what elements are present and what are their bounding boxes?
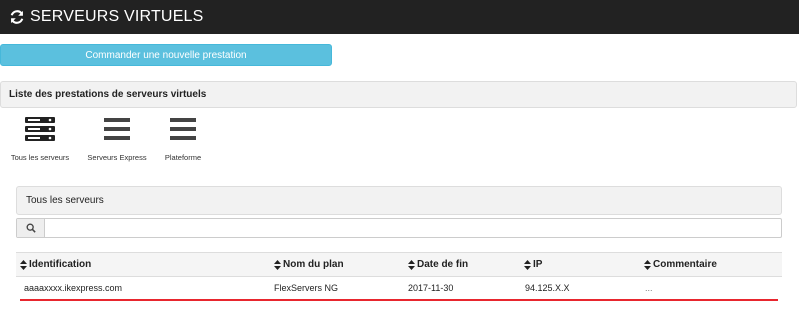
- search-bar: [16, 218, 782, 238]
- services-list-panel-title: Liste des prestations de serveurs virtue…: [0, 81, 797, 108]
- category-label: Tous les serveurs: [10, 153, 70, 162]
- servers-table: Identification Nom du plan Date de fin I…: [16, 252, 782, 301]
- cell-ip: 94.125.X.X: [525, 283, 570, 293]
- search-input[interactable]: [45, 219, 781, 237]
- page-header: SERVEURS VIRTUELS: [0, 0, 799, 34]
- column-label: Nom du plan: [283, 259, 344, 270]
- category-all-servers[interactable]: Tous les serveurs: [9, 117, 71, 162]
- table-row[interactable]: aaaaxxxx.ikexpress.com FlexServers NG 20…: [20, 277, 778, 301]
- all-servers-panel-title: Tous les serveurs: [16, 186, 782, 215]
- category-label: Serveurs Express: [87, 153, 147, 162]
- column-header-identification[interactable]: Identification: [20, 253, 91, 276]
- cell-identification[interactable]: aaaaxxxx.ikexpress.com: [24, 277, 122, 299]
- column-label: Date de fin: [417, 259, 469, 270]
- column-label: IP: [533, 259, 543, 270]
- column-header-ip[interactable]: IP: [524, 253, 542, 276]
- sort-icon: [644, 259, 651, 270]
- category-label: Plateforme: [164, 153, 202, 162]
- sort-icon: [274, 259, 281, 270]
- column-label: Identification: [29, 259, 92, 270]
- category-platform[interactable]: Plateforme: [153, 117, 213, 162]
- category-express-servers[interactable]: Serveurs Express: [86, 117, 148, 162]
- sort-icon: [524, 259, 531, 270]
- page-title: SERVEURS VIRTUELS: [30, 8, 204, 25]
- column-header-plan[interactable]: Nom du plan: [274, 253, 344, 276]
- cell-comment[interactable]: ...: [645, 277, 653, 299]
- refresh-icon[interactable]: [10, 10, 24, 24]
- search-icon[interactable]: [17, 219, 45, 237]
- column-label: Commentaire: [653, 259, 717, 270]
- column-header-comment[interactable]: Commentaire: [644, 253, 717, 276]
- bars-icon: [170, 117, 196, 146]
- cell-plan: FlexServers NG: [274, 283, 339, 293]
- order-new-service-button[interactable]: Commander une nouvelle prestation: [0, 44, 332, 66]
- server-stack-icon: [25, 117, 55, 146]
- sort-icon: [408, 259, 415, 270]
- column-header-end-date[interactable]: Date de fin: [408, 253, 468, 276]
- table-header: Identification Nom du plan Date de fin I…: [16, 252, 782, 277]
- cell-end-date: 2017-11-30: [408, 283, 454, 293]
- sort-icon: [20, 259, 27, 270]
- bars-icon: [104, 117, 130, 146]
